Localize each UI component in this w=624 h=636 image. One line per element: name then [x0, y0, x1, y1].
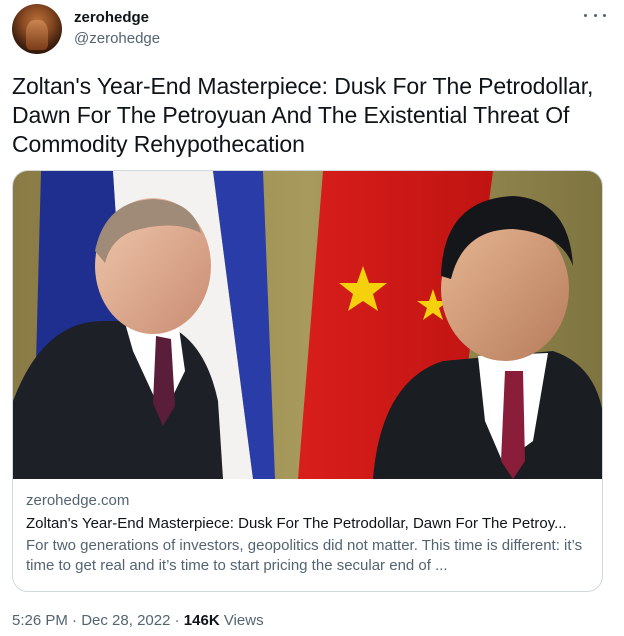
- tweet: zerohedge @zerohedge Zoltan's Year-End M…: [0, 0, 624, 636]
- card-title[interactable]: Zoltan's Year-End Masterpiece: Dusk For …: [26, 514, 592, 534]
- avatar-figure: [26, 20, 48, 50]
- tweet-text: Zoltan's Year-End Masterpiece: Dusk For …: [12, 73, 594, 157]
- tweet-meta: 5:26 PM · Dec 28, 2022 · 146K Views: [12, 612, 264, 629]
- card-meta: zerohedge.com Zoltan's Year-End Masterpi…: [26, 491, 592, 576]
- meta-separator: ·: [174, 612, 180, 629]
- author-block: zerohedge @zerohedge: [74, 9, 160, 49]
- link-card[interactable]: zerohedge.com Zoltan's Year-End Masterpi…: [12, 170, 603, 592]
- card-image: [13, 171, 602, 479]
- avatar[interactable]: [12, 4, 62, 54]
- views-count: 146K: [183, 612, 220, 629]
- tweet-time[interactable]: 5:26 PM: [12, 612, 68, 629]
- right-figure-tie: [501, 371, 525, 479]
- card-description: For two generations of investors, geopol…: [26, 537, 583, 574]
- views-label: Views: [223, 612, 264, 629]
- card-domain[interactable]: zerohedge.com: [26, 491, 592, 511]
- author-handle[interactable]: @zerohedge: [74, 29, 160, 49]
- more-dot: [593, 13, 597, 17]
- more-dot: [584, 13, 587, 17]
- author-display-name[interactable]: zerohedge: [74, 9, 160, 27]
- meta-separator: ·: [72, 612, 78, 629]
- tweet-date[interactable]: Dec 28, 2022: [81, 612, 170, 629]
- more-dot: [603, 13, 606, 17]
- more-horizontal-icon[interactable]: [584, 8, 606, 22]
